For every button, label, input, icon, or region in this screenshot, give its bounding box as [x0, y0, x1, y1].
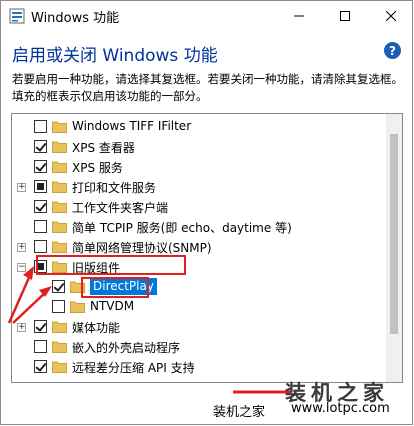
highlight-box-directplay — [81, 277, 149, 298]
feature-checkbox[interactable] — [34, 340, 47, 353]
feature-label: 媒体功能 — [72, 321, 121, 335]
highlight-box-legacy-components — [36, 255, 186, 275]
maximize-button[interactable] — [322, 1, 368, 31]
feature-checkbox[interactable] — [34, 200, 47, 213]
page-heading: 启用或关闭 Windows 功能 — [12, 46, 218, 66]
expand-icon[interactable]: + — [17, 183, 26, 192]
feature-label: 简单网络管理协议(SNMP) — [72, 241, 212, 255]
feature-checkbox[interactable] — [34, 160, 47, 173]
folder-icon — [52, 201, 67, 213]
folder-icon — [52, 121, 67, 133]
feature-label: XPS 服务 — [72, 161, 123, 175]
watermark-site-name: 装机之家 — [213, 405, 266, 420]
feature-label: 打印和文件服务 — [72, 181, 157, 195]
folder-icon — [52, 221, 67, 233]
folder-icon — [52, 161, 67, 173]
feature-label: 简单 TCPIP 服务(即 echo、daytime 等) — [72, 221, 292, 235]
folder-icon — [52, 241, 67, 253]
folder-icon — [52, 321, 67, 333]
feature-row[interactable]: + 打印和文件服务 — [12, 177, 386, 197]
feature-checkbox[interactable] — [34, 180, 47, 193]
feature-checkbox[interactable] — [34, 220, 47, 233]
close-icon — [386, 11, 396, 21]
feature-row[interactable]: XPS 查看器 — [12, 137, 386, 157]
feature-checkbox[interactable] — [34, 240, 47, 253]
feature-checkbox[interactable] — [34, 320, 47, 333]
feature-row[interactable]: Windows TIFF IFilter — [12, 117, 386, 137]
collapse-icon[interactable]: − — [17, 263, 26, 272]
close-button[interactable] — [368, 1, 412, 31]
vertical-scrollbar[interactable] — [386, 114, 402, 382]
feature-label: NTVDM — [90, 299, 135, 313]
feature-checkbox[interactable] — [52, 280, 65, 293]
expand-icon[interactable]: + — [17, 323, 26, 332]
folder-icon — [52, 181, 67, 193]
window-title: Windows 功能 — [31, 11, 120, 26]
minimize-icon — [294, 15, 304, 17]
features-tree[interactable]: Windows TIFF IFilter XPS 查看器 XPS 服务 + 打印和文件服… — [11, 113, 403, 383]
feature-row[interactable]: + 简单网络管理协议(SNMP) — [12, 237, 386, 257]
maximize-icon — [340, 11, 350, 21]
feature-label: Windows TIFF IFilter — [72, 119, 192, 133]
feature-row[interactable]: 工作文件夹客户端 — [12, 197, 386, 217]
feature-label: XPS 查看器 — [72, 141, 135, 155]
description-text: 若要启用一种功能，请选择其复选框。若要关闭一种功能，请清除其复选框。填充的框表示… — [12, 72, 403, 103]
expand-icon[interactable]: + — [17, 243, 26, 252]
feature-row[interactable]: + 媒体功能 — [12, 317, 386, 337]
minimize-button[interactable] — [276, 1, 322, 31]
feature-checkbox[interactable] — [34, 360, 47, 373]
windows-features-app-icon — [9, 8, 25, 24]
help-icon[interactable]: ? — [384, 42, 401, 59]
folder-icon — [52, 361, 67, 373]
feature-row[interactable]: XPS 服务 — [12, 157, 386, 177]
feature-row[interactable]: 简单 TCPIP 服务(即 echo、daytime 等) — [12, 217, 386, 237]
feature-row[interactable]: 嵌入的外壳启动程序 — [12, 337, 386, 357]
folder-icon — [52, 141, 67, 153]
windows-features-dialog: Windows 功能 启用或关闭 Windows 功能 ? 若要启用一种功能，请… — [0, 0, 413, 425]
feature-checkbox[interactable] — [34, 120, 47, 133]
feature-row[interactable]: 远程差分压缩 API 支持 — [12, 357, 386, 377]
folder-icon — [70, 301, 85, 313]
scrollbar-thumb[interactable] — [390, 134, 398, 334]
feature-label: 工作文件夹客户端 — [72, 201, 169, 215]
folder-icon — [52, 341, 67, 353]
feature-label: 嵌入的外壳启动程序 — [72, 341, 181, 355]
feature-row[interactable]: NTVDM — [12, 297, 386, 317]
title-bar[interactable]: Windows 功能 — [1, 1, 412, 31]
feature-row[interactable]: DirectPlay — [12, 277, 386, 297]
watermark-url: www.lotpc.com — [291, 401, 390, 416]
feature-checkbox[interactable] — [34, 140, 47, 153]
feature-label: 远程差分压缩 API 支持 — [72, 361, 195, 375]
feature-checkbox[interactable] — [52, 300, 65, 313]
